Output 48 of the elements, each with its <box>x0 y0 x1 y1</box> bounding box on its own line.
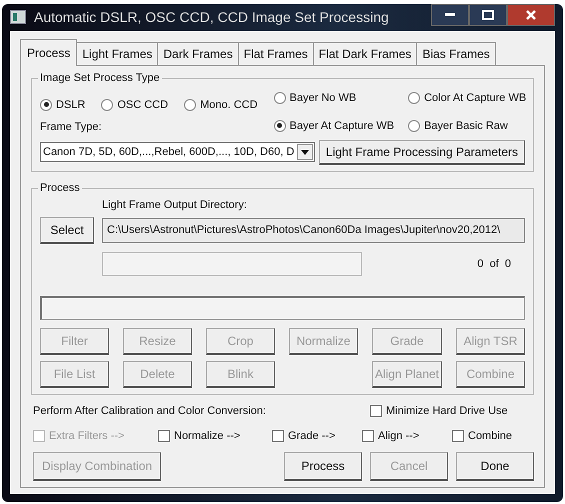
radio-button[interactable] <box>274 92 286 104</box>
parameters-button[interactable]: Light Frame Processing Parameters <box>318 140 525 164</box>
tab[interactable]: Process <box>20 38 78 66</box>
checkbox[interactable] <box>362 430 374 442</box>
checkbox-label: Align --> <box>378 428 420 444</box>
group-title: Process <box>38 180 82 194</box>
group-title: Image Set Process Type <box>38 70 162 84</box>
dropdown-arrow-icon <box>301 150 310 154</box>
select-button[interactable]: Select <box>40 217 94 244</box>
frame-type-dropdown[interactable]: Canon 7D, 5D, 60D,...,Rebel, 600D,..., 10D, D60, D <box>40 142 316 162</box>
dialog-button[interactable]: Process <box>284 452 362 481</box>
maximize-icon <box>482 10 494 20</box>
radio-label: Color At Capture WB <box>424 91 526 106</box>
checkbox-label: Grade --> <box>288 428 336 444</box>
dialog-button[interactable]: Done <box>456 452 534 481</box>
checkbox-label: Extra Filters --> <box>49 428 124 444</box>
app-icon <box>10 10 26 24</box>
checkbox[interactable] <box>452 430 464 442</box>
checkbox[interactable] <box>370 405 382 418</box>
radio-label: Mono. CCD <box>200 98 258 112</box>
radio-button[interactable] <box>40 98 52 111</box>
tab[interactable]: Bias Frames <box>416 42 496 64</box>
radio-label: OSC CCD <box>117 98 168 112</box>
minimize-icon <box>445 13 455 17</box>
checkbox[interactable] <box>272 430 284 442</box>
maximize-button[interactable] <box>469 4 507 26</box>
directory-field[interactable]: C:\Users\Astronut\Pictures\AstroPhotos\Canon60Da Images\Jupiter\nov20,2012\ <box>102 218 525 243</box>
radio-label: DSLR <box>56 98 86 112</box>
radio-label: Bayer No WB <box>290 91 356 106</box>
window-title: Automatic DSLR, OSC CCD, CCD Image Set Processing <box>34 8 389 27</box>
checkbox-label: Combine <box>468 428 512 444</box>
checkbox-label: Normalize --> <box>174 428 240 444</box>
field-label: Light Frame Output Directory: <box>102 198 247 212</box>
close-icon <box>526 10 536 20</box>
radio-button[interactable] <box>274 120 286 132</box>
radio-button[interactable] <box>408 92 420 104</box>
minimize-button[interactable] <box>431 4 469 26</box>
field-label: Frame Type: <box>40 120 103 135</box>
radio-label: Bayer At Capture WB <box>290 118 394 134</box>
section-label: Perform After Calibration and Color Conversion: <box>33 404 266 419</box>
checkbox[interactable] <box>158 430 170 442</box>
radio-button[interactable] <box>408 120 420 132</box>
radio-button[interactable] <box>184 98 196 111</box>
radio-button[interactable] <box>101 98 114 111</box>
checkbox-label: Minimize Hard Drive Use <box>386 404 508 419</box>
close-button[interactable] <box>507 4 555 26</box>
radio-label: Bayer Basic Raw <box>424 118 508 134</box>
progress-counter: 0 of 0 <box>477 256 511 272</box>
